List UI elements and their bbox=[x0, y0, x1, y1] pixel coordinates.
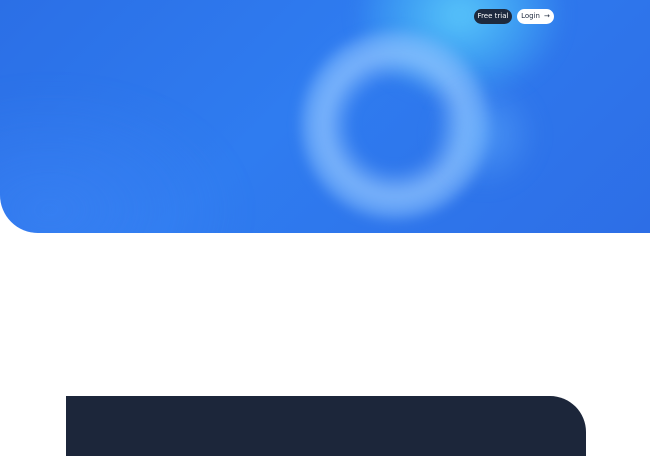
header-nav: Free trial Login → bbox=[474, 9, 554, 24]
hero-glow-side bbox=[430, 80, 540, 190]
login-button[interactable]: Login → bbox=[517, 9, 554, 24]
arrow-right-icon: → bbox=[544, 12, 550, 20]
dark-section-panel bbox=[66, 396, 586, 456]
hero-glow-left bbox=[0, 80, 250, 233]
free-trial-button[interactable]: Free trial bbox=[474, 9, 512, 24]
hero-banner: Free trial Login → bbox=[0, 0, 650, 233]
login-label: Login bbox=[521, 12, 540, 20]
hero-glow-ring bbox=[300, 30, 490, 220]
